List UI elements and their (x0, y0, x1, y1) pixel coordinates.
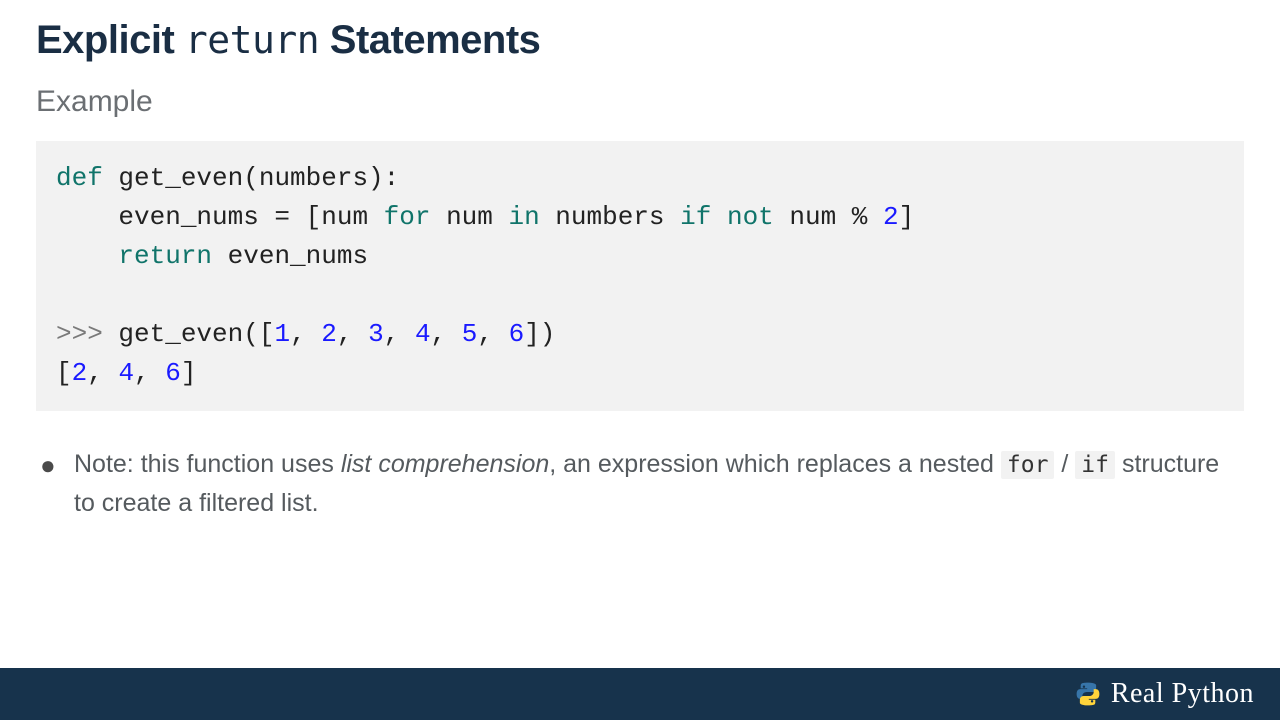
num: 4 (118, 358, 134, 388)
num: 6 (165, 358, 181, 388)
title-part1: Explicit (36, 18, 185, 62)
num: 6 (509, 319, 525, 349)
title-part2: Statements (319, 18, 540, 62)
repl-prompt: >>> (56, 319, 103, 349)
code-text: , (337, 319, 368, 349)
code-text: numbers (540, 202, 680, 232)
bullet-dot: ● (40, 445, 74, 523)
code-text: [ (56, 358, 72, 388)
code-text: , (134, 358, 165, 388)
note-text: / (1054, 450, 1075, 478)
code-text (56, 241, 118, 271)
num: 2 (321, 319, 337, 349)
kw-if: if (680, 202, 711, 232)
footer-bar: Real Python (0, 668, 1280, 720)
code-text: get_even(numbers): (103, 163, 399, 193)
code-block: def get_even(numbers): even_nums = [num … (36, 141, 1244, 411)
code-text: even_nums (212, 241, 368, 271)
code-text: ]) (524, 319, 555, 349)
title-keyword: return (185, 18, 319, 62)
note-text: , an expression which replaces a nested (549, 450, 1001, 478)
kw-not: not (727, 202, 774, 232)
footer-brand: Real Python (1111, 678, 1254, 710)
code-text (711, 202, 727, 232)
num-2: 2 (883, 202, 899, 232)
slide-title: Explicit return Statements (36, 18, 1244, 63)
code-text: ] (899, 202, 915, 232)
num: 4 (415, 319, 431, 349)
note-emph: list comprehension (341, 450, 549, 478)
num: 5 (462, 319, 478, 349)
kw-for: for (384, 202, 431, 232)
code-text: , (477, 319, 508, 349)
note-block: ● Note: this function uses list comprehe… (36, 411, 1244, 523)
code-text: , (290, 319, 321, 349)
subtitle: Example (36, 85, 1244, 119)
bullet-item: ● Note: this function uses list comprehe… (40, 445, 1244, 523)
kw-def: def (56, 163, 103, 193)
slide: Explicit return Statements Example def g… (0, 0, 1280, 720)
slide-content: Explicit return Statements Example def g… (0, 0, 1280, 523)
code-text: even_nums = [num (56, 202, 384, 232)
note-text: Note: this function uses (74, 450, 341, 478)
code-text: ] (181, 358, 197, 388)
inline-code-if: if (1075, 451, 1115, 479)
python-logo-icon (1075, 681, 1101, 707)
bullet-text: Note: this function uses list comprehens… (74, 445, 1244, 523)
kw-in: in (508, 202, 539, 232)
code-text: , (87, 358, 118, 388)
code-text: get_even([ (103, 319, 275, 349)
code-text: , (384, 319, 415, 349)
code-text: num (430, 202, 508, 232)
kw-return: return (118, 241, 212, 271)
num: 1 (274, 319, 290, 349)
inline-code-for: for (1001, 451, 1055, 479)
num: 2 (72, 358, 88, 388)
code-text: , (431, 319, 462, 349)
code-text: num % (774, 202, 883, 232)
num: 3 (368, 319, 384, 349)
